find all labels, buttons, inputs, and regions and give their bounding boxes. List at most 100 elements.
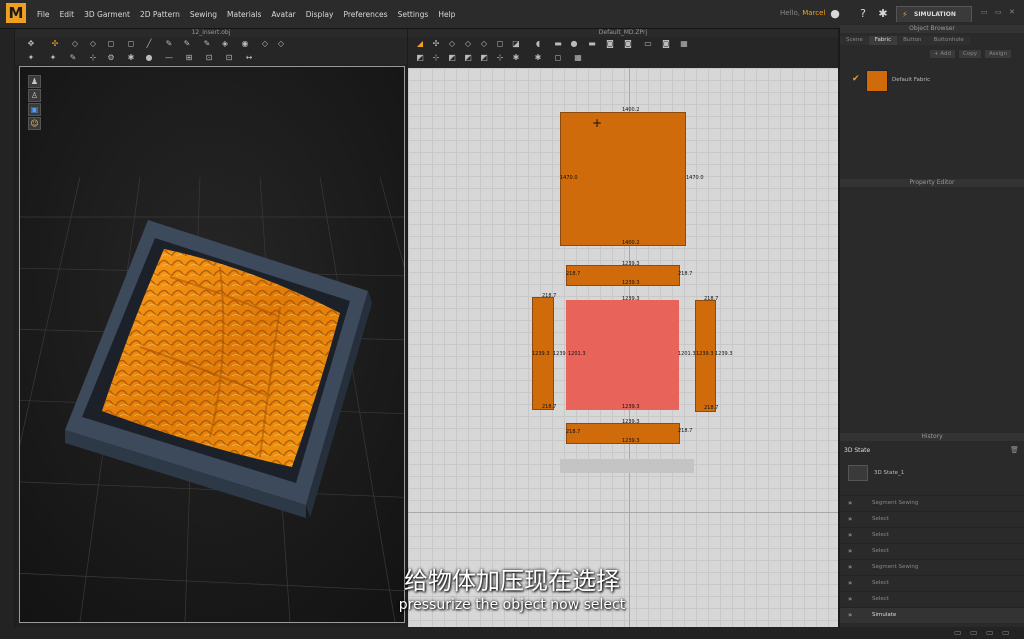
polygon-icon[interactable]: ◇: [480, 40, 488, 48]
add-fabric-button[interactable]: + Add: [930, 50, 956, 58]
elastic-icon[interactable]: ⊡: [225, 54, 233, 62]
layout-3d-icon[interactable]: ▭: [986, 628, 994, 637]
menu-preferences[interactable]: Preferences: [338, 0, 392, 28]
edit-texture-icon[interactable]: ◩: [464, 54, 472, 62]
sewing-icon[interactable]: ▭: [644, 40, 652, 48]
edit-pattern-icon[interactable]: ◢: [416, 40, 424, 48]
user-icon[interactable]: ●: [828, 7, 842, 21]
assign-fabric-button[interactable]: Assign: [984, 50, 1011, 58]
menu-3d-garment[interactable]: 3D Garment: [79, 0, 135, 28]
button-tool-icon[interactable]: ◇: [277, 40, 285, 48]
move-tool-icon[interactable]: ✥: [27, 40, 35, 48]
2d-pattern-viewport[interactable]: 1400.2 1470.0 1470.0 1400.2 + 1239.3 218…: [408, 68, 838, 627]
hanger-icon[interactable]: ⚙: [107, 54, 115, 62]
segment-sewing-icon[interactable]: ◩: [416, 54, 424, 62]
layout-split-icon[interactable]: ▭: [970, 628, 978, 637]
fabric-actions: + Add Copy Assign: [930, 50, 1011, 58]
fabric-list-item[interactable]: ✔ Default Fabric: [850, 70, 1020, 92]
button-2d-icon[interactable]: ✱: [534, 54, 542, 62]
tab-fabric[interactable]: Fabric: [868, 36, 898, 45]
simulation-label: SIMULATION: [914, 11, 956, 18]
help-icon[interactable]: ?: [856, 7, 870, 21]
ellipse-icon[interactable]: ◖: [534, 40, 542, 48]
history-item[interactable]: » Segment Sewing: [840, 495, 1024, 511]
tab-buttonhole[interactable]: Buttonhole: [927, 36, 970, 45]
fabric-tool-icon[interactable]: ✦: [27, 54, 35, 62]
strap-icon[interactable]: ◉: [241, 40, 249, 48]
edit-curvature-icon[interactable]: ◇: [448, 40, 456, 48]
copy-fabric-button[interactable]: Copy: [959, 50, 981, 58]
pattern-piece-top[interactable]: [560, 112, 686, 246]
menu-materials[interactable]: Materials: [222, 0, 266, 28]
trash-icon[interactable]: 🗑: [1010, 446, 1019, 454]
minimize-icon[interactable]: ▭: [981, 8, 988, 16]
brush-icon[interactable]: ✎: [69, 54, 77, 62]
history-item[interactable]: » Select: [840, 543, 1024, 559]
3d-state-item[interactable]: 3D State_1: [874, 470, 904, 476]
menu-sewing[interactable]: Sewing: [185, 0, 222, 28]
fold-icon[interactable]: ✎: [165, 40, 173, 48]
piping-icon[interactable]: ⊡: [205, 54, 213, 62]
fold-arrangement-icon[interactable]: ⊹: [432, 54, 440, 62]
menu-file[interactable]: File: [32, 0, 55, 28]
history-item[interactable]: » Select: [840, 511, 1024, 527]
darts-icon[interactable]: ▬: [588, 40, 596, 48]
tab-scene[interactable]: Scene: [840, 36, 869, 45]
menu-help[interactable]: Help: [433, 0, 460, 28]
user-name[interactable]: Marcel: [802, 9, 825, 17]
free-sewing-icon[interactable]: ◙: [662, 40, 670, 48]
arrow-tool-icon[interactable]: ↔: [245, 54, 253, 62]
check-sewing-icon[interactable]: ▦: [680, 40, 688, 48]
snap-icon[interactable]: ⊹: [496, 54, 504, 62]
select-tool-icon[interactable]: ✣: [51, 40, 59, 48]
layout-single-icon[interactable]: ▭: [954, 628, 962, 637]
fabric-brush-icon[interactable]: ◩: [448, 54, 456, 62]
internal-circle-icon[interactable]: ●: [570, 40, 578, 48]
3d-viewport[interactable]: ♟ ♙ ▣ ☺: [19, 66, 405, 623]
select-mesh-icon[interactable]: ◇: [71, 40, 79, 48]
fold-arrange-icon[interactable]: ◈: [221, 40, 229, 48]
menu-2d-pattern[interactable]: 2D Pattern: [135, 0, 185, 28]
internal-rect-icon[interactable]: ▬: [554, 40, 562, 48]
grid-toggle-icon[interactable]: ▦: [574, 54, 582, 62]
rectangle-icon[interactable]: ◻: [496, 40, 504, 48]
settings-icon[interactable]: ✱: [876, 7, 890, 21]
zipper-icon[interactable]: ●: [145, 54, 153, 62]
graphic-icon[interactable]: ⊹: [89, 54, 97, 62]
seam-icon[interactable]: ⊞: [185, 54, 193, 62]
menu-display[interactable]: Display: [301, 0, 339, 28]
line-tool-icon[interactable]: ╱: [145, 40, 153, 48]
texture-icon[interactable]: ✦: [49, 54, 57, 62]
maximize-icon[interactable]: ▭: [995, 8, 1002, 16]
garment-icon[interactable]: ♙: [28, 89, 41, 102]
menu-settings[interactable]: Settings: [393, 0, 434, 28]
tack-icon[interactable]: ✎: [203, 40, 211, 48]
layout-2d-icon[interactable]: ▭: [1002, 628, 1010, 637]
avatar-icon[interactable]: ♟: [28, 75, 41, 88]
button-icon[interactable]: ✱: [127, 54, 135, 62]
tab-button[interactable]: Button: [897, 36, 928, 45]
internal-polygon-icon[interactable]: ◪: [512, 40, 520, 48]
cube-view-icon[interactable]: ▣: [28, 103, 41, 116]
arrange-icon[interactable]: ✎: [183, 40, 191, 48]
pin-icon[interactable]: ◻: [127, 40, 135, 48]
menu-avatar[interactable]: Avatar: [266, 0, 300, 28]
dim-right-right: 1239.3: [715, 351, 733, 357]
close-icon[interactable]: ✕: [1009, 8, 1015, 16]
tape-icon[interactable]: ◇: [261, 40, 269, 48]
history-item[interactable]: » Select: [840, 527, 1024, 543]
box-select-icon[interactable]: ◻: [107, 40, 115, 48]
notch-icon[interactable]: ◙: [606, 40, 614, 48]
main-menu: File Edit 3D Garment 2D Pattern Sewing M…: [32, 0, 460, 28]
trace-icon[interactable]: ◙: [624, 40, 632, 48]
dim-right-top: 218.7: [704, 296, 719, 302]
menu-edit[interactable]: Edit: [55, 0, 80, 28]
edit-graphic-icon[interactable]: ◩: [480, 54, 488, 62]
avatar-display-icon[interactable]: ☺: [28, 117, 41, 130]
ruler-2d-icon[interactable]: ◻: [554, 54, 562, 62]
add-point-icon[interactable]: ◇: [464, 40, 472, 48]
transform-icon[interactable]: ◇: [89, 40, 97, 48]
edit-point-icon[interactable]: ✣: [432, 40, 440, 48]
pin-2d-icon[interactable]: ✱: [512, 54, 520, 62]
measure-icon[interactable]: —: [165, 54, 173, 62]
